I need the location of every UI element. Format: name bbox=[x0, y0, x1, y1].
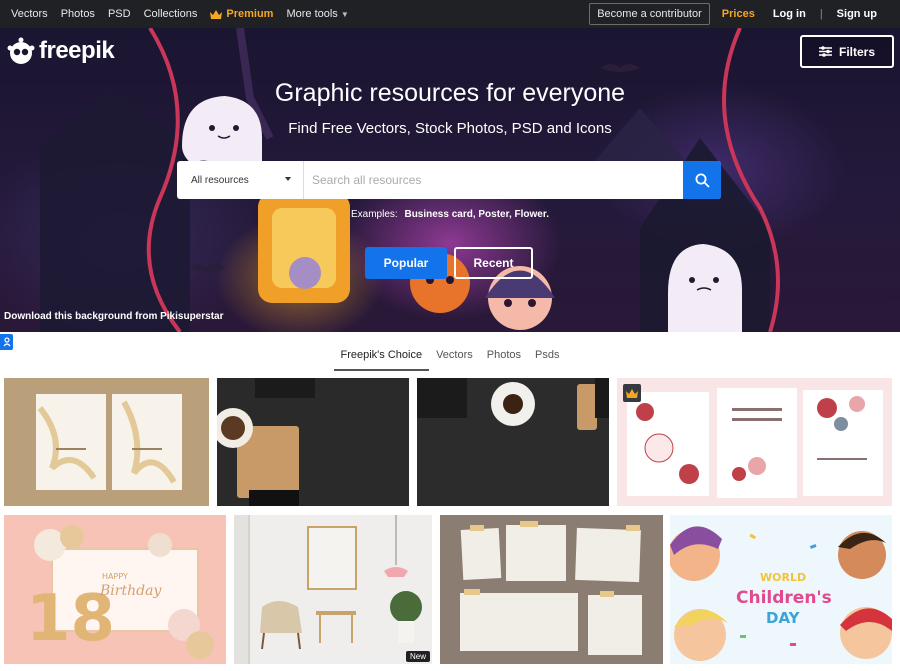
category-select-value: All resources bbox=[191, 174, 249, 186]
resource-tile-desk-notebook[interactable] bbox=[217, 378, 409, 506]
search-examples: Examples: Business card, Poster, Flower. bbox=[0, 209, 900, 220]
crown-icon bbox=[210, 9, 223, 19]
sliders-icon bbox=[818, 46, 832, 57]
chevron-down-icon: ▼ bbox=[340, 10, 349, 19]
nav-more-tools-label: More tools bbox=[286, 8, 338, 20]
tab-photos[interactable]: Photos bbox=[480, 345, 528, 371]
nav-link-premium[interactable]: Premium bbox=[210, 8, 273, 20]
resource-tile-wedding-invitation[interactable] bbox=[4, 378, 209, 506]
freepik-logo-text: freepik bbox=[39, 37, 115, 64]
search-bar: All resources Search all resources bbox=[177, 161, 721, 199]
paper-notes-thumbnail bbox=[460, 521, 642, 655]
living-room-thumbnail bbox=[234, 515, 422, 664]
svg-text:Birthday: Birthday bbox=[99, 583, 162, 599]
premium-badge bbox=[623, 384, 641, 402]
desk-notebook-thumbnail bbox=[217, 378, 315, 506]
freepik-logo-icon bbox=[7, 37, 35, 64]
svg-text:WORLD: WORLD bbox=[760, 571, 806, 584]
nav-separator: | bbox=[819, 8, 823, 20]
freepik-logo[interactable]: freepik bbox=[6, 36, 115, 66]
tab-freepiks-choice[interactable]: Freepik's Choice bbox=[333, 345, 430, 371]
crown-icon bbox=[626, 388, 638, 398]
hero-title: Graphic resources for everyone bbox=[274, 79, 626, 107]
coffee-keyboard-thumbnail bbox=[417, 378, 609, 430]
tab-psds[interactable]: Psds bbox=[528, 345, 566, 371]
recent-button[interactable]: Recent bbox=[454, 247, 533, 279]
background-credit-link[interactable]: Download this background from Pikisupers… bbox=[4, 311, 223, 322]
childrens-day-thumbnail: WORLD Children's DAY bbox=[670, 526, 892, 661]
search-button[interactable] bbox=[683, 161, 721, 199]
examples-label: Examples: bbox=[351, 209, 398, 220]
top-nav-right: Become a contributor Prices Log in | Sig… bbox=[589, 0, 900, 28]
signup-link[interactable]: Sign up bbox=[837, 8, 877, 20]
floral-cards-thumbnail bbox=[627, 388, 883, 498]
nav-link-photos[interactable]: Photos bbox=[61, 8, 95, 20]
become-contributor-button[interactable]: Become a contributor bbox=[589, 3, 710, 25]
top-nav: Vectors Photos PSD Collections Premium M… bbox=[0, 0, 900, 28]
resource-tile-living-room[interactable]: New bbox=[234, 515, 432, 664]
top-nav-links: Vectors Photos PSD Collections Premium M… bbox=[0, 0, 349, 28]
category-select[interactable]: All resources bbox=[177, 161, 304, 199]
filters-label: Filters bbox=[838, 44, 875, 59]
content-tabs: Freepik's Choice Vectors Photos Psds bbox=[0, 345, 900, 371]
search-input[interactable]: Search all resources bbox=[304, 161, 683, 199]
popular-button[interactable]: Popular bbox=[365, 247, 447, 279]
svg-text:HAPPY: HAPPY bbox=[102, 572, 128, 581]
nav-premium-label: Premium bbox=[226, 8, 274, 20]
tab-vectors[interactable]: Vectors bbox=[429, 345, 480, 371]
nav-link-psd[interactable]: PSD bbox=[108, 8, 131, 20]
nav-link-vectors[interactable]: Vectors bbox=[11, 8, 48, 20]
resource-tile-birthday-balloons[interactable]: 18 HAPPY Birthday bbox=[4, 515, 226, 664]
prices-link[interactable]: Prices bbox=[722, 8, 755, 20]
filters-button[interactable]: Filters bbox=[800, 35, 894, 68]
svg-text:DAY: DAY bbox=[766, 609, 801, 627]
dropdown-arrow-icon bbox=[285, 177, 291, 181]
svg-text:Children's: Children's bbox=[736, 588, 832, 608]
resource-tile-paper-notes[interactable] bbox=[440, 515, 663, 664]
birthday-balloons-thumbnail: 18 HAPPY Birthday bbox=[26, 525, 214, 659]
resource-tile-childrens-day[interactable]: WORLD Children's DAY bbox=[670, 515, 892, 664]
hero-subtitle: Find Free Vectors, Stock Photos, PSD and… bbox=[288, 120, 612, 137]
search-icon bbox=[695, 173, 710, 188]
resource-tile-coffee-keyboard[interactable] bbox=[417, 378, 609, 506]
hero-banner: freepik Filters Graphic resources for ev… bbox=[0, 28, 900, 332]
nav-more-tools[interactable]: More tools ▼ bbox=[286, 8, 348, 20]
nav-link-collections[interactable]: Collections bbox=[144, 8, 198, 20]
login-link[interactable]: Log in bbox=[773, 8, 806, 20]
resource-tile-floral-cards[interactable] bbox=[617, 378, 892, 506]
examples-links[interactable]: Business card, Poster, Flower. bbox=[404, 209, 549, 220]
new-badge: New bbox=[405, 651, 430, 662]
wedding-invitation-thumbnail bbox=[36, 394, 182, 490]
